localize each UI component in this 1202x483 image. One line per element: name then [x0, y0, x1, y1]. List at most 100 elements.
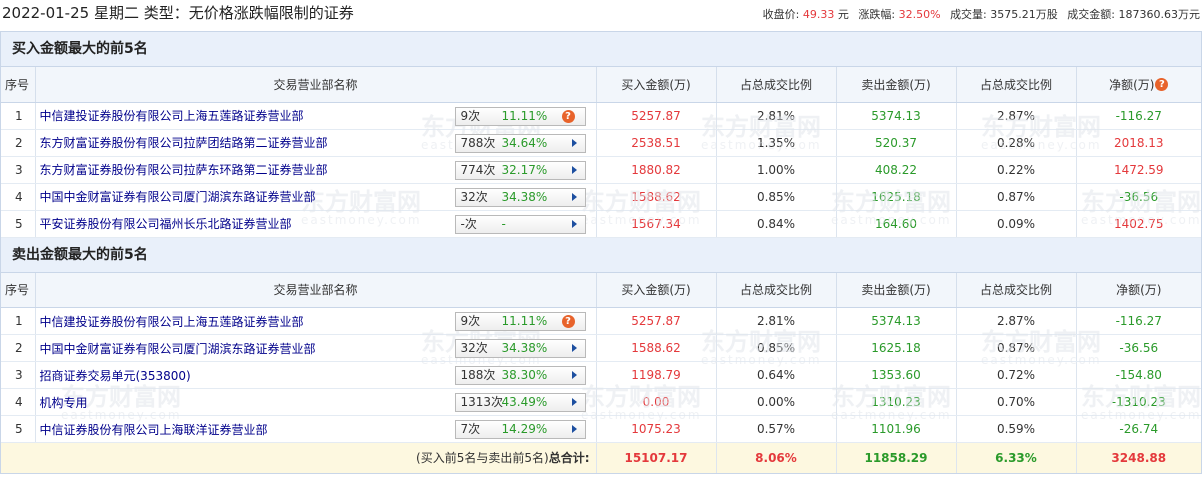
broker-stat-box[interactable]: 1313次 43.49%: [454, 393, 586, 412]
broker-stat-box[interactable]: 788次 34.64%: [454, 133, 586, 153]
sell-ratio: 0.72%: [956, 361, 1077, 389]
broker-name[interactable]: 中信证券股份有限公司上海联洋证券营业部: [40, 423, 268, 437]
close-price-label: 收盘价:: [762, 8, 800, 21]
total-label-prefix: (买入前5名与卖出前5名): [416, 451, 549, 466]
col-header-net: 净额(万): [1076, 272, 1201, 308]
arrow-right-icon[interactable]: [571, 192, 577, 201]
row-index: 3: [1, 361, 36, 389]
appearance-count: 9次: [460, 314, 481, 328]
buy-ratio: 1.00%: [716, 156, 837, 184]
arrow-right-icon[interactable]: [571, 398, 577, 406]
broker-stat-box[interactable]: 774次 32.17%: [454, 160, 586, 180]
broker-stat-box[interactable]: -次 -: [454, 214, 586, 234]
arrow-right-icon[interactable]: [571, 219, 577, 228]
sell-section-title: 卖出金额最大的前5名: [1, 237, 1201, 273]
buy-table: 序号 交易营业部名称 买入金额(万) 占总成交比例 卖出金额(万) 占总成交比例…: [1, 67, 1201, 238]
buy-table-body: 1 中信建投证券股份有限公司上海五莲路证券营业部 9次 11.11% ? 525…: [1, 102, 1201, 238]
volume-value: 3575.21万股: [990, 8, 1058, 21]
broker-name[interactable]: 招商证券交易单元(353800): [40, 369, 191, 383]
broker-cell: 机构专用 1313次 43.49%: [35, 388, 597, 416]
success-rate: 34.64%: [501, 135, 548, 150]
total-row: (买入前5名与卖出前5名)总合计: 15107.17 8.06% 11858.2…: [1, 442, 1201, 473]
question-mark-icon[interactable]: ?: [561, 109, 575, 123]
change-value: 32.50%: [898, 8, 941, 21]
appearance-count: 788次: [460, 135, 496, 150]
broker-stat-box[interactable]: 7次 14.29%: [454, 420, 586, 439]
row-index: 5: [1, 415, 36, 443]
arrow-right-icon[interactable]: [571, 138, 577, 147]
broker-name[interactable]: 东方财富证券股份有限公司拉萨东环路第二证券营业部: [40, 163, 328, 177]
appearance-count: 188次: [460, 368, 496, 382]
col-header-sell: 卖出金额(万): [836, 272, 957, 308]
sell-amount: 1101.96: [836, 415, 957, 443]
buy-ratio: 2.81%: [716, 307, 837, 335]
broker-name[interactable]: 中信建投证券股份有限公司上海五莲路证券营业部: [40, 315, 304, 329]
broker-cell: 中国中金财富证券有限公司厦门湖滨东路证券营业部 32次 34.38%: [35, 334, 597, 362]
sell-amount: 1353.60: [836, 361, 957, 389]
close-price-value: 49.33: [802, 8, 835, 21]
net-amount: 2018.13: [1076, 129, 1201, 157]
sell-amount: 1310.23: [836, 388, 957, 416]
buy-table-header: 序号 交易营业部名称 买入金额(万) 占总成交比例 卖出金额(万) 占总成交比例…: [1, 67, 1201, 103]
sell-amount: 1625.18: [836, 334, 957, 362]
buy-amount: 5257.87: [596, 102, 717, 130]
broker-stat-box[interactable]: 9次 11.11% ?: [454, 312, 586, 331]
net-amount: -116.27: [1076, 102, 1201, 130]
broker-name[interactable]: 机构专用: [40, 396, 88, 410]
total-sell: 11858.29: [836, 442, 957, 473]
buy-amount: 1075.23: [596, 415, 717, 443]
row-index: 1: [1, 307, 36, 335]
broker-name[interactable]: 中信建投证券股份有限公司上海五莲路证券营业部: [40, 109, 304, 123]
buy-amount: 1588.62: [596, 334, 717, 362]
arrow-right-icon[interactable]: [571, 371, 577, 379]
buy-amount: 1880.82: [596, 156, 717, 184]
buy-ratio: 0.57%: [716, 415, 837, 443]
question-mark-icon[interactable]: ?: [1155, 77, 1169, 91]
buy-amount: 2538.51: [596, 129, 717, 157]
table-row: 5 平安证券股份有限公司福州长乐北路证券营业部 -次 - 1567.34 0.8…: [1, 210, 1201, 238]
broker-name[interactable]: 中国中金财富证券有限公司厦门湖滨东路证券营业部: [40, 190, 316, 204]
arrow-right-icon[interactable]: [571, 344, 577, 352]
total-buy-ratio: 8.06%: [716, 442, 837, 473]
broker-cell: 中信证券股份有限公司上海联洋证券营业部 7次 14.29%: [35, 415, 597, 443]
volume-label: 成交量:: [950, 8, 987, 21]
sell-amount: 520.37: [836, 129, 957, 157]
broker-name[interactable]: 中国中金财富证券有限公司厦门湖滨东路证券营业部: [40, 342, 316, 356]
broker-cell: 中国中金财富证券有限公司厦门湖滨东路证券营业部 32次 34.38%: [35, 183, 597, 211]
success-rate: 34.38%: [501, 341, 548, 355]
broker-name[interactable]: 平安证券股份有限公司福州长乐北路证券营业部: [40, 217, 292, 231]
total-label-bold: 总合计:: [548, 451, 590, 466]
broker-stat-box[interactable]: 9次 11.11% ?: [454, 106, 586, 126]
quote-summary: 收盘价: 49.33 元 涨跌幅: 32.50% 成交量: 3575.21万股 …: [763, 6, 1200, 22]
broker-stat-box[interactable]: 32次 34.38%: [454, 339, 586, 358]
row-index: 2: [1, 334, 36, 362]
row-index: 5: [1, 210, 36, 238]
arrow-right-icon[interactable]: [571, 165, 577, 174]
row-index: 3: [1, 156, 36, 184]
table-row: 3 招商证券交易单元(353800) 188次 38.30% 1198.79 0…: [1, 361, 1201, 389]
buy-amount: 1588.62: [596, 183, 717, 211]
success-rate: 11.11%: [501, 108, 548, 123]
arrow-right-icon[interactable]: [571, 425, 577, 433]
broker-name[interactable]: 东方财富证券股份有限公司拉萨团结路第二证券营业部: [40, 136, 328, 150]
sell-ratio: 2.87%: [956, 102, 1077, 130]
col-header-sell-ratio: 占总成交比例: [956, 67, 1077, 103]
broker-stat-box[interactable]: 32次 34.38%: [454, 187, 586, 207]
col-header-sell-ratio: 占总成交比例: [956, 272, 1077, 308]
table-row: 2 中国中金财富证券有限公司厦门湖滨东路证券营业部 32次 34.38% 158…: [1, 334, 1201, 362]
table-row: 1 中信建投证券股份有限公司上海五莲路证券营业部 9次 11.11% ? 525…: [1, 307, 1201, 335]
broker-stat-box[interactable]: 188次 38.30%: [454, 366, 586, 385]
sell-ratio: 0.87%: [956, 334, 1077, 362]
sell-ratio: 2.87%: [956, 307, 1077, 335]
buy-amount: 1567.34: [596, 210, 717, 238]
buy-ratio: 2.81%: [716, 102, 837, 130]
question-mark-icon[interactable]: ?: [561, 315, 575, 328]
net-amount: -36.56: [1076, 334, 1201, 362]
sell-table: 序号 交易营业部名称 买入金额(万) 占总成交比例 卖出金额(万) 占总成交比例…: [1, 272, 1201, 473]
turnover-label: 成交金额:: [1067, 8, 1115, 21]
net-amount: -116.27: [1076, 307, 1201, 335]
sell-table-header: 序号 交易营业部名称 买入金额(万) 占总成交比例 卖出金额(万) 占总成交比例…: [1, 272, 1201, 308]
total-sell-ratio: 6.33%: [956, 442, 1077, 473]
table-row: 4 中国中金财富证券有限公司厦门湖滨东路证券营业部 32次 34.38% 158…: [1, 183, 1201, 211]
col-header-name: 交易营业部名称: [35, 67, 597, 103]
